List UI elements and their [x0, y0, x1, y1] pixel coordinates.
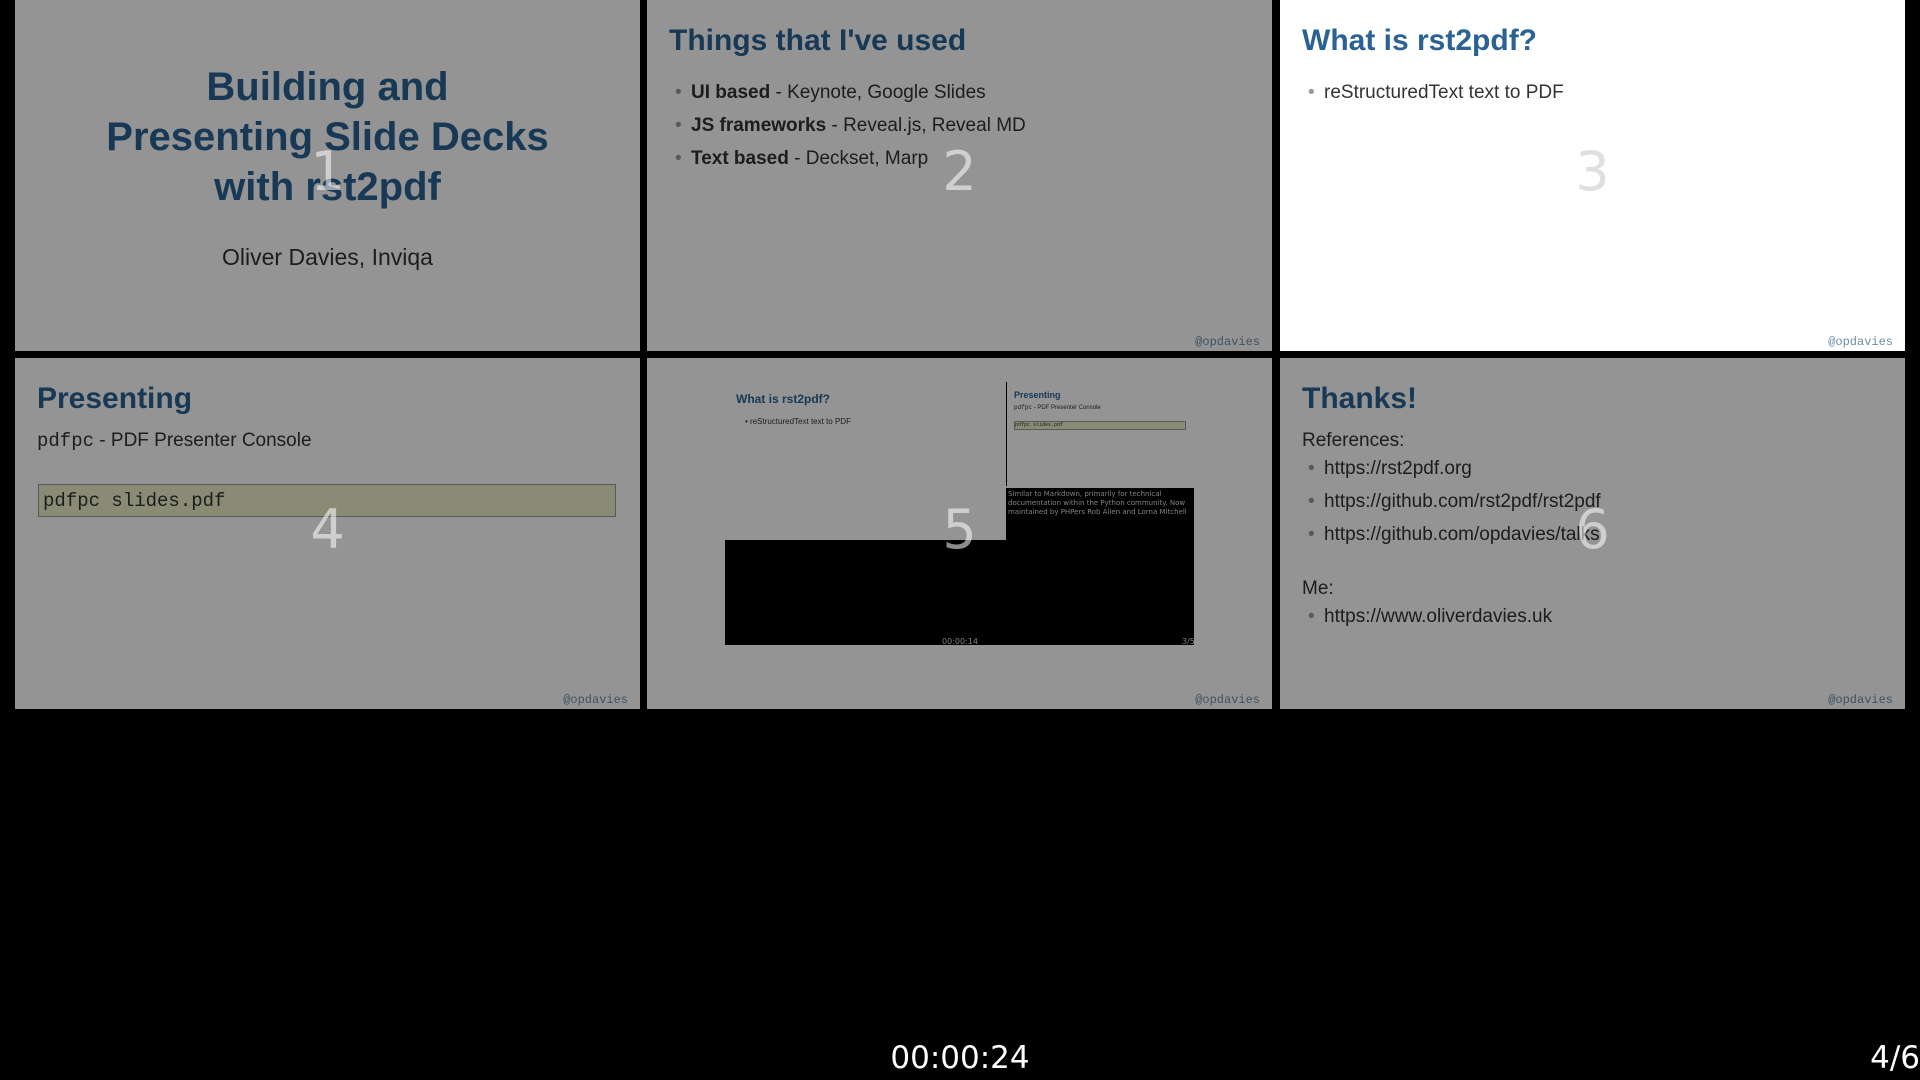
presentation-timer: 00:00:24	[890, 1040, 1030, 1076]
slide-footer: @opdavies	[1195, 693, 1260, 707]
mini-slide-bullet: • reStructuredText text to PDF	[745, 417, 851, 426]
slide-thumbnail-1[interactable]: Building and Presenting Slide Decks with…	[15, 0, 640, 351]
slide-title: Things that I've used	[669, 24, 967, 57]
list-item: JS frameworks - Reveal.js, Reveal MD	[669, 109, 1026, 142]
me-link[interactable]: https://www.oliverdavies.uk	[1302, 600, 1552, 633]
slide-title: What is rst2pdf?	[1302, 24, 1538, 57]
slide-number: 1	[310, 140, 345, 203]
list-item: UI based - Keynote, Google Slides	[669, 76, 1026, 109]
mini-timer: 00:00:14	[942, 637, 978, 646]
me-list: https://www.oliverdavies.uk	[1302, 600, 1552, 633]
list-item: reStructuredText text to PDF	[1302, 76, 1564, 109]
slide-thumbnail-6[interactable]: Thanks! References: https://rst2pdf.org …	[1280, 358, 1905, 709]
slide-thumbnail-3[interactable]: What is rst2pdf? reStructuredText text t…	[1280, 0, 1905, 351]
mini-next-text: pdfpc - PDF Presenter Console	[1014, 404, 1101, 411]
slide-title: Presenting	[37, 382, 193, 415]
slide-thumbnail-2[interactable]: Things that I've used UI based - Keynote…	[647, 0, 1272, 351]
me-label: Me:	[1302, 578, 1334, 599]
slide-number: 4	[310, 498, 345, 561]
mini-slide-title: What is rst2pdf?	[736, 392, 831, 406]
slide-number: 6	[1575, 498, 1610, 561]
bullet-list: reStructuredText text to PDF	[1302, 76, 1564, 109]
slide-number: 3	[1575, 140, 1610, 203]
mini-divider	[1006, 382, 1007, 486]
mini-next-title: Presenting	[1014, 390, 1061, 400]
reference-link[interactable]: https://rst2pdf.org	[1302, 452, 1601, 485]
references-label: References:	[1302, 430, 1405, 451]
mini-next-code: pdfpc slides.pdf	[1014, 421, 1186, 430]
slide-footer: @opdavies	[1828, 335, 1893, 349]
slide-title: Thanks!	[1302, 382, 1418, 415]
slide-thumbnail-4[interactable]: Presenting pdfpc - PDF Presenter Console…	[15, 358, 640, 709]
slide-thumbnail-5[interactable]: What is rst2pdf? • reStructuredText text…	[647, 358, 1272, 709]
slide-number: 5	[942, 498, 977, 561]
slide-footer: @opdavies	[1828, 693, 1893, 707]
slide-footer: @opdavies	[563, 693, 628, 707]
slide-counter: 4/6	[1870, 1040, 1920, 1076]
slide-overview-grid: Building and Presenting Slide Decks with…	[0, 0, 1920, 1080]
slide-text: pdfpc - PDF Presenter Console	[37, 430, 312, 452]
mini-counter: 3/5	[1182, 637, 1195, 646]
slide-author: Oliver Davies, Inviqa	[222, 244, 433, 270]
slide-number: 2	[942, 140, 977, 203]
slide-footer: @opdavies	[1195, 335, 1260, 349]
